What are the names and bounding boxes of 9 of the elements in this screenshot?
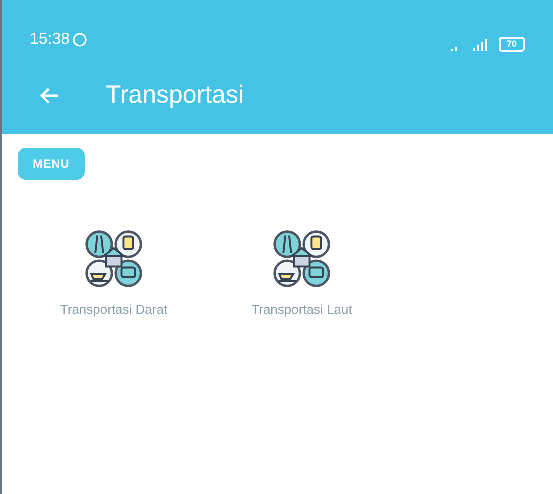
app-bar-title: Transportasi	[106, 80, 244, 112]
transport-hub-icon	[83, 228, 145, 290]
battery-indicator: 70	[498, 37, 525, 52]
menu-chip[interactable]: MENU	[18, 148, 85, 180]
transport-menu-item[interactable]: Transportasi Laut	[218, 228, 386, 320]
chat-icon	[72, 32, 88, 48]
transport-hub-icon	[271, 228, 333, 290]
status-time: 15:38	[30, 30, 70, 50]
transport-menu-item[interactable]: Transportasi Darat	[30, 228, 198, 320]
